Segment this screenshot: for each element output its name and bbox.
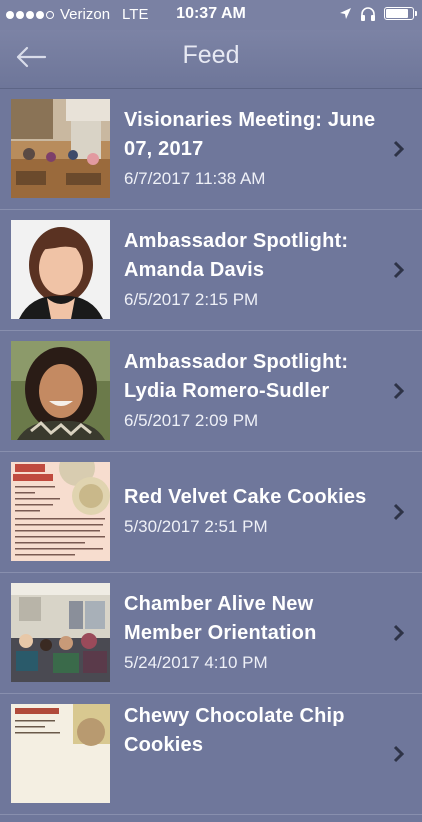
location-arrow-icon xyxy=(340,8,351,19)
feed-item-date: 6/5/2017 2:09 PM xyxy=(124,410,259,430)
chevron-right-icon xyxy=(393,140,404,158)
feed-item-title: Visionaries Meeting: June 07, 2017 xyxy=(124,108,376,160)
feed-item-date: 6/7/2017 11:38 AM xyxy=(124,168,266,188)
feed-item-title: Red Velvet Cake Cookies xyxy=(124,486,367,508)
chevron-right-icon xyxy=(393,503,404,521)
feed-item-title: Chewy Chocolate Chip Cookies xyxy=(124,705,345,756)
feed-item-title: Ambassador Spotlight: Lydia Romero-Sudle… xyxy=(124,350,349,402)
feed-item[interactable]: Chewy Chocolate Chip Cookies xyxy=(0,694,422,815)
feed-item-date: 6/5/2017 2:15 PM xyxy=(124,289,259,309)
feed-item[interactable]: Red Velvet Cake Cookies 5/30/2017 2:51 P… xyxy=(0,452,422,573)
feed-item[interactable]: Chamber Alive New Member Orientation 5/2… xyxy=(0,573,422,694)
nav-bar: Feed xyxy=(0,30,422,89)
chevron-right-icon xyxy=(393,382,404,400)
recipe-card-image xyxy=(11,704,110,803)
recipe-card-image xyxy=(11,462,110,561)
feed-list: Visionaries Meeting: June 07, 2017 6/7/2… xyxy=(0,89,422,815)
chevron-right-icon xyxy=(393,745,404,763)
portrait-photo xyxy=(11,341,110,440)
feed-item[interactable]: Ambassador Spotlight: Amanda Davis 6/5/2… xyxy=(0,210,422,331)
portrait-photo xyxy=(11,220,110,319)
feed-item-title: Chamber Alive New Member Orientation xyxy=(124,592,317,644)
chevron-right-icon xyxy=(393,261,404,279)
battery-icon xyxy=(384,7,417,20)
feed-item[interactable]: Visionaries Meeting: June 07, 2017 6/7/2… xyxy=(0,89,422,210)
meeting-room-photo xyxy=(11,583,110,682)
status-bar: Verizon LTE 10:37 AM xyxy=(0,0,422,30)
headphones-icon xyxy=(361,7,375,21)
feed-item[interactable]: Ambassador Spotlight: Lydia Romero-Sudle… xyxy=(0,331,422,452)
feed-item-title: Ambassador Spotlight: Amanda Davis xyxy=(124,229,349,281)
feed-item-date: 5/24/2017 4:10 PM xyxy=(124,652,268,672)
chevron-right-icon xyxy=(393,624,404,642)
feed-item-date: 5/30/2017 2:51 PM xyxy=(124,517,268,536)
page-title: Feed xyxy=(182,41,240,69)
meeting-room-photo xyxy=(11,99,110,198)
status-right xyxy=(339,6,417,21)
